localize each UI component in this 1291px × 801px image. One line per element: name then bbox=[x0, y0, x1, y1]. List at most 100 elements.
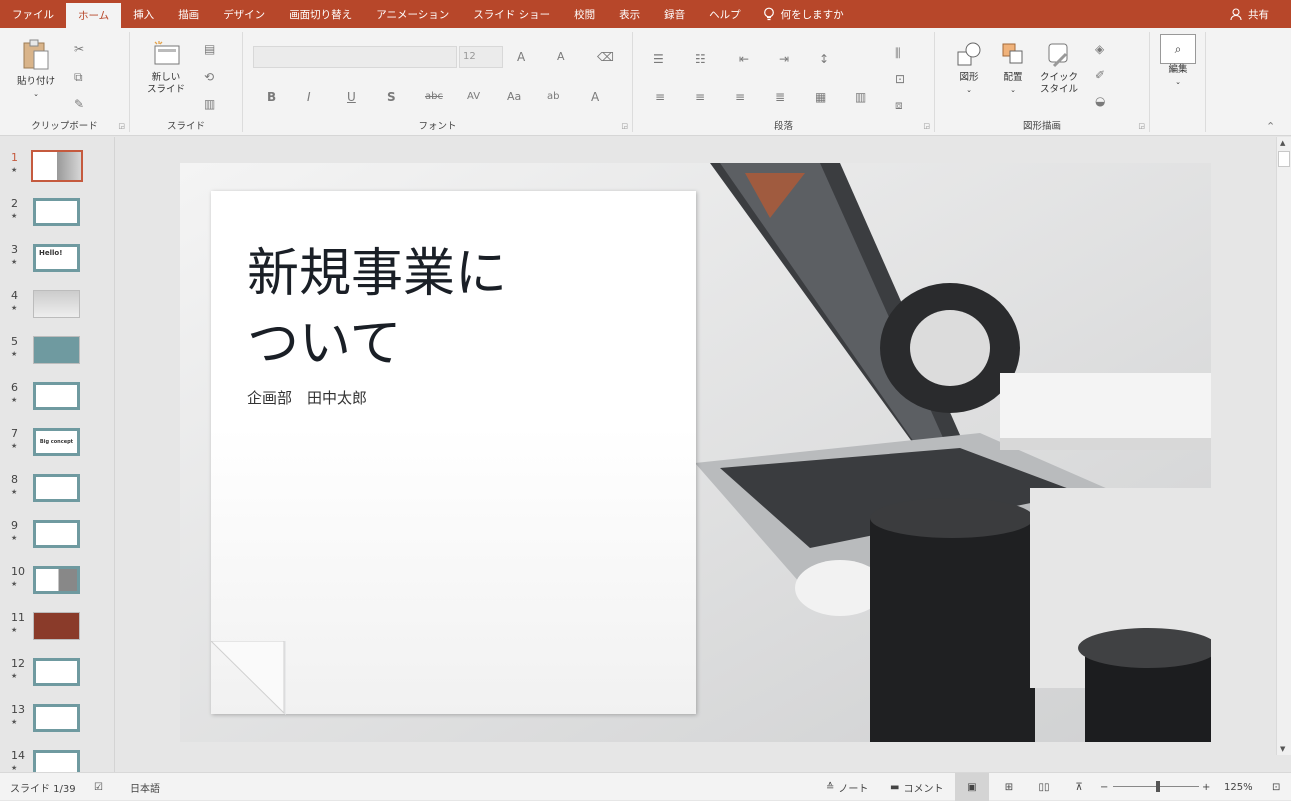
slide-thumbnail[interactable]: 13 ★ bbox=[0, 703, 114, 743]
arrange-button[interactable]: 配置 ⌄ bbox=[995, 40, 1031, 96]
increase-indent-icon[interactable]: ⇥ bbox=[779, 52, 789, 66]
tab-transitions[interactable]: 画面切り替え bbox=[277, 0, 364, 28]
font-size-dropdown[interactable]: 12 bbox=[459, 46, 503, 68]
effects-icon[interactable]: ◒ bbox=[1095, 94, 1105, 108]
slide-canvas[interactable]: 新規事業に ついて 企画部 田中太郎 bbox=[180, 163, 1211, 742]
scroll-thumb[interactable] bbox=[1278, 151, 1290, 167]
dialog-launcher-icon[interactable]: ◲ bbox=[621, 122, 628, 130]
text-direction-icon[interactable]: ⫼ bbox=[895, 46, 901, 60]
scroll-up-icon[interactable]: ▲ bbox=[1280, 139, 1285, 147]
increase-font-icon[interactable]: A bbox=[517, 50, 525, 64]
tab-record[interactable]: 録音 bbox=[652, 0, 697, 28]
vertical-scrollbar[interactable]: ▲ ▼ bbox=[1276, 137, 1291, 755]
slide-thumbnail[interactable]: 8 ★ bbox=[0, 473, 114, 513]
slide-sorter-icon[interactable]: ⊞ bbox=[998, 773, 1020, 801]
share-button[interactable]: 共有 bbox=[1230, 0, 1269, 28]
normal-view-icon[interactable]: ▣ bbox=[955, 773, 989, 801]
numbering-icon[interactable]: ☷ bbox=[695, 52, 706, 66]
zoom-out-icon[interactable]: − bbox=[1100, 773, 1108, 801]
slide-thumbnail[interactable]: 4 ★ bbox=[0, 289, 114, 329]
tab-file[interactable]: ファイル bbox=[0, 0, 66, 28]
quick-styles-button[interactable]: クイック スタイル bbox=[1039, 40, 1079, 96]
comments-button[interactable]: ▬ コメント bbox=[890, 773, 943, 801]
dialog-launcher-icon[interactable]: ◲ bbox=[118, 122, 125, 130]
zoom-in-icon[interactable]: + bbox=[1202, 773, 1210, 801]
line-spacing-icon[interactable]: ↕ bbox=[819, 52, 829, 66]
clipboard-group: 貼り付け ⌄ ✂ ⧉ ✎ クリップボード ◲ bbox=[0, 32, 130, 132]
dialog-launcher-icon[interactable]: ◲ bbox=[1138, 122, 1145, 130]
editing-button[interactable]: ⌕ 編集 ⌄ bbox=[1160, 34, 1196, 88]
format-painter-icon[interactable]: ✎ bbox=[74, 97, 84, 111]
slide-thumbnail[interactable]: 10 ★ bbox=[0, 565, 114, 605]
slide-thumbnail[interactable]: 9 ★ bbox=[0, 519, 114, 559]
align-center-icon[interactable]: ≡ bbox=[695, 90, 705, 104]
reading-view-icon[interactable]: ▯▯ bbox=[1033, 773, 1055, 801]
tab-home[interactable]: ホーム bbox=[66, 3, 122, 28]
new-slide-button[interactable]: 新しい スライド bbox=[142, 40, 190, 96]
shapes-button[interactable]: 図形 ⌄ bbox=[951, 40, 987, 96]
bullets-icon[interactable]: ☰ bbox=[653, 52, 664, 66]
tab-view[interactable]: 表示 bbox=[607, 0, 652, 28]
slide-thumbnail[interactable]: 3 ★ Hello! bbox=[0, 243, 114, 283]
reset-icon[interactable]: ⟲ bbox=[204, 70, 214, 84]
tab-help[interactable]: ヘルプ bbox=[697, 0, 753, 28]
slide-thumbnail[interactable]: 12 ★ bbox=[0, 657, 114, 697]
slide-thumbnail[interactable]: 11 ★ bbox=[0, 611, 114, 651]
tab-draw[interactable]: 描画 bbox=[166, 0, 211, 28]
outline-icon[interactable]: ✐ bbox=[1095, 68, 1105, 82]
decrease-font-icon[interactable]: A bbox=[557, 50, 565, 64]
tab-design[interactable]: デザイン bbox=[211, 0, 277, 28]
align-text-icon[interactable]: ⊡ bbox=[895, 72, 905, 86]
fill-icon[interactable]: ◈ bbox=[1095, 42, 1104, 56]
layout-icon[interactable]: ▤ bbox=[204, 42, 215, 56]
font-color-icon[interactable]: A bbox=[591, 90, 599, 104]
italic-icon[interactable]: I bbox=[307, 90, 311, 104]
align-left-icon[interactable]: ≡ bbox=[655, 90, 665, 104]
tab-review[interactable]: 校閲 bbox=[562, 0, 607, 28]
notes-button[interactable]: ≙ ノート bbox=[826, 773, 868, 801]
tell-me-box[interactable]: 何をしますか bbox=[753, 0, 844, 28]
tab-slideshow[interactable]: スライド ショー bbox=[461, 0, 562, 28]
clear-format-icon[interactable]: ⌫ bbox=[597, 50, 614, 64]
bold-icon[interactable]: B bbox=[267, 90, 276, 104]
slide-subtitle[interactable]: 企画部 田中太郎 bbox=[247, 387, 367, 408]
decrease-indent-icon[interactable]: ⇤ bbox=[739, 52, 749, 66]
slide-thumbnail[interactable]: 5 ★ bbox=[0, 335, 114, 375]
tab-animations[interactable]: アニメーション bbox=[364, 0, 461, 28]
scroll-down-icon[interactable]: ▼ bbox=[1280, 745, 1285, 753]
tab-insert[interactable]: 挿入 bbox=[121, 0, 166, 28]
copy-icon[interactable]: ⧉ bbox=[74, 70, 83, 84]
star-icon: ★ bbox=[11, 396, 18, 404]
zoom-level[interactable]: 125% bbox=[1224, 773, 1253, 801]
spellcheck-icon[interactable]: ☑ bbox=[94, 773, 103, 801]
fit-to-window-icon[interactable]: ⊡ bbox=[1272, 773, 1280, 801]
char-spacing-icon[interactable]: AV bbox=[467, 90, 480, 104]
distributed-icon[interactable]: ▦ bbox=[815, 90, 826, 104]
slide-thumbnail[interactable]: 6 ★ bbox=[0, 381, 114, 421]
shadow-icon[interactable]: S bbox=[387, 90, 396, 104]
change-case-icon[interactable]: Aa bbox=[507, 90, 521, 104]
slide-thumbnail[interactable]: 1 ★ bbox=[0, 150, 114, 191]
slide-title[interactable]: 新規事業に ついて bbox=[247, 239, 507, 379]
justify-icon[interactable]: ≣ bbox=[775, 90, 785, 104]
underline-icon[interactable]: U bbox=[347, 90, 356, 104]
align-right-icon[interactable]: ≡ bbox=[735, 90, 745, 104]
zoom-thumb[interactable] bbox=[1156, 781, 1160, 792]
smartart-icon[interactable]: ⧈ bbox=[895, 98, 903, 112]
font-name-dropdown[interactable] bbox=[253, 46, 457, 68]
cut-icon[interactable]: ✂ bbox=[74, 42, 84, 56]
columns-icon[interactable]: ▥ bbox=[855, 90, 866, 104]
section-icon[interactable]: ▥ bbox=[204, 97, 215, 111]
slideshow-icon[interactable]: ⊼ bbox=[1068, 773, 1090, 801]
slide-thumbnail[interactable]: 7 ★ Big concept bbox=[0, 427, 114, 467]
collapse-ribbon-icon[interactable]: ⌃ bbox=[1266, 120, 1275, 134]
highlight-icon[interactable]: ab bbox=[547, 90, 559, 104]
zoom-slider[interactable] bbox=[1113, 773, 1199, 801]
strikethrough-icon[interactable]: abc bbox=[425, 90, 443, 104]
slide-thumbnail[interactable]: 14 ★ bbox=[0, 749, 114, 772]
paste-button[interactable]: 貼り付け ⌄ bbox=[12, 38, 60, 100]
language-indicator[interactable]: 日本語 bbox=[130, 773, 160, 801]
dialog-launcher-icon[interactable]: ◲ bbox=[923, 122, 930, 130]
slide-thumbnail[interactable]: 2 ★ bbox=[0, 197, 114, 237]
person-icon bbox=[1230, 7, 1242, 20]
